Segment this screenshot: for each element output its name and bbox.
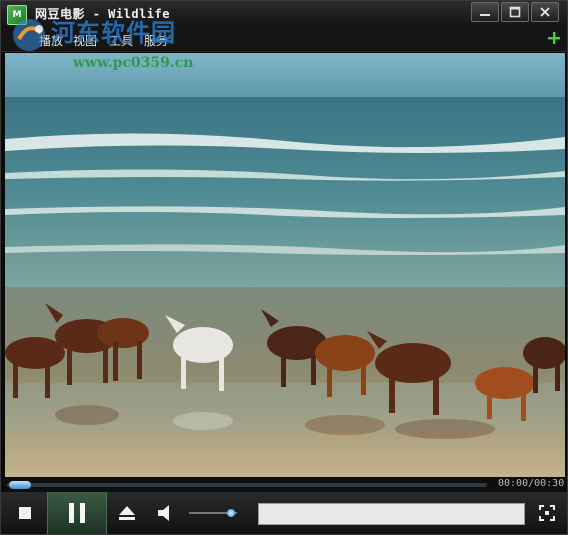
volume-thumb[interactable] bbox=[227, 509, 235, 517]
eject-icon bbox=[119, 506, 135, 520]
seek-bar[interactable] bbox=[7, 483, 487, 487]
menu-play[interactable]: 播放 bbox=[39, 32, 63, 49]
seek-row: 00:00/00:30 bbox=[1, 478, 567, 492]
player-window: M 网豆电影 - Wildlife 河东软件园 www.pc0359.cn 播放… bbox=[0, 0, 568, 535]
close-button[interactable] bbox=[531, 2, 559, 22]
menu-view[interactable]: 视图 bbox=[73, 32, 97, 49]
menu-service[interactable]: 服务 bbox=[144, 32, 168, 49]
status-field bbox=[258, 503, 525, 525]
minimize-icon bbox=[480, 14, 490, 16]
eject-button[interactable] bbox=[111, 492, 143, 534]
minimize-button[interactable] bbox=[471, 2, 499, 22]
window-title: 网豆电影 - Wildlife bbox=[35, 7, 170, 21]
maximize-button[interactable] bbox=[501, 2, 529, 22]
close-icon bbox=[540, 7, 550, 17]
video-frame bbox=[5, 53, 565, 477]
menu-tools[interactable]: 工具 bbox=[109, 32, 133, 49]
add-button[interactable] bbox=[545, 29, 563, 47]
seek-thumb[interactable] bbox=[9, 481, 31, 489]
maximize-icon bbox=[509, 6, 521, 18]
pause-icon bbox=[69, 503, 85, 523]
title-bar[interactable]: M 网豆电影 - Wildlife bbox=[1, 1, 567, 27]
control-bar bbox=[1, 492, 567, 534]
plus-icon bbox=[548, 32, 560, 44]
time-display: 00:00/00:30 bbox=[498, 478, 565, 489]
stop-button[interactable] bbox=[9, 492, 41, 534]
fullscreen-icon bbox=[539, 505, 555, 521]
volume-button[interactable] bbox=[151, 492, 181, 534]
fullscreen-button[interactable] bbox=[535, 492, 559, 534]
menu-bar: 播放 视图 工具 服务 bbox=[1, 27, 567, 52]
video-display[interactable] bbox=[5, 53, 565, 477]
stop-icon bbox=[19, 507, 31, 519]
app-logo-icon[interactable]: M bbox=[7, 5, 27, 25]
pause-button[interactable] bbox=[47, 492, 107, 534]
speaker-icon bbox=[158, 505, 169, 521]
